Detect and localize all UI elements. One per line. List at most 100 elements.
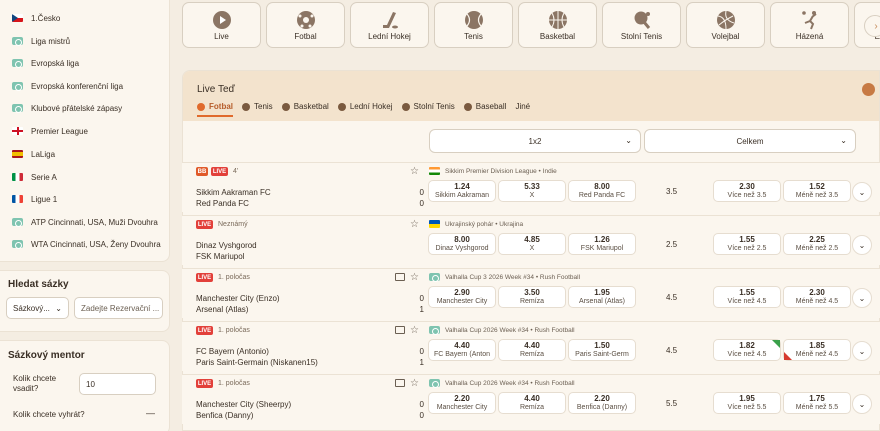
favorite-star-icon[interactable]: ☆ <box>410 219 419 230</box>
odd-label: X <box>529 245 535 252</box>
odd-away[interactable]: 8.00 Red Panda FC <box>568 180 636 202</box>
odd-draw[interactable]: 4.40 Remíza <box>498 392 566 414</box>
league-item-friendlies[interactable]: Klubové přátelské zápasy <box>0 97 170 119</box>
spain-flag-icon <box>12 150 23 158</box>
tab-jine[interactable]: Jiné <box>515 102 530 111</box>
expand-chevron-icon[interactable]: ⌄ <box>852 394 872 414</box>
expand-chevron-icon[interactable]: ⌄ <box>852 288 872 308</box>
odd-home[interactable]: 2.90 Manchester City <box>428 286 496 308</box>
total-line: 2.5 <box>666 240 678 249</box>
match-row[interactable]: LIVE 1. poločas ☆ Valhalla Cup 2026 Week #3… <box>182 321 880 371</box>
reservation-code-input[interactable]: Zadejte Rezervační ... <box>74 297 163 319</box>
odd-value: 1.95 <box>594 288 610 297</box>
league-item-atp-cincinnati[interactable]: ATP Cincinnati, USA, Muži Dvouhra <box>0 211 170 233</box>
match-row[interactable]: BB LIVE 4' ☆ Sikkim Premier Division League … <box>182 162 880 212</box>
tv-icon[interactable] <box>395 326 405 334</box>
league-item-wta-cincinnati[interactable]: WTA Cincinnati, USA, Ženy Dvouhra <box>0 233 170 255</box>
odd-over[interactable]: 1.95 Více než 5.5 <box>713 392 781 414</box>
market-select-1x2[interactable]: 1x2 ⌄ <box>429 129 641 153</box>
sport-label: Lední Hokej <box>368 32 411 41</box>
league-flag-icon <box>429 167 440 175</box>
sport-tenis[interactable]: Tenis <box>434 2 513 48</box>
league-item-champions-league[interactable]: Liga mistrů <box>0 30 170 52</box>
league-item-cesko[interactable]: 1.Česko <box>0 7 170 29</box>
odd-under[interactable]: 1.75 Méně než 5.5 <box>783 392 851 414</box>
tv-icon[interactable] <box>395 273 405 281</box>
tab-basketbal[interactable]: Basketbal <box>281 102 329 111</box>
sport-ledni-hokej[interactable]: Lední Hokej <box>350 2 429 48</box>
odd-away[interactable]: 1.50 Paris Saint-Germ <box>568 339 636 361</box>
tab-tenis[interactable]: Tenis <box>242 102 273 111</box>
league-item-premier-league[interactable]: Premier League <box>0 120 170 142</box>
league-label: Klubové přátelské zápasy <box>31 103 123 113</box>
away-team: Benfica (Danny) <box>196 411 254 420</box>
odd-over[interactable]: 2.30 Více než 3.5 <box>713 180 781 202</box>
tab-ledni-hokej[interactable]: Lední Hokej <box>337 102 393 111</box>
match-row[interactable]: LIVE Neznámý ☆ Ukrajinský pohár • Ukrajina D… <box>182 215 880 265</box>
match-league: Sikkim Premier Division League • Indie <box>445 168 557 175</box>
away-team: Arsenal (Atlas) <box>196 305 249 314</box>
odd-home[interactable]: 2.20 Manchester City <box>428 392 496 414</box>
sport-volejbal[interactable]: Volejbal <box>686 2 765 48</box>
odd-away[interactable]: 1.26 FSK Mariupol <box>568 233 636 255</box>
sports-next-button[interactable]: › <box>864 15 880 37</box>
home-team: Sikkim Aakraman FC <box>196 188 271 197</box>
odd-label: Více než 3.5 <box>727 192 767 199</box>
odd-draw[interactable]: 5.33 X <box>498 180 566 202</box>
expand-chevron-icon[interactable]: ⌄ <box>852 235 872 255</box>
league-item-laliga[interactable]: LaLiga <box>0 143 170 165</box>
odd-under[interactable]: 1.85 Méně než 4.5 <box>783 339 851 361</box>
expand-chevron-icon[interactable]: ⌄ <box>852 182 872 202</box>
tv-icon[interactable] <box>395 379 405 387</box>
odd-label: Red Panda FC <box>578 192 626 199</box>
odd-value: 1.95 <box>739 394 755 403</box>
expand-chevron-icon[interactable]: ⌄ <box>852 341 872 361</box>
odd-over[interactable]: 1.55 Více než 4.5 <box>713 286 781 308</box>
league-item-serie-a[interactable]: Serie A <box>0 166 170 188</box>
basketball-icon <box>281 102 290 111</box>
odd-draw[interactable]: 4.40 Remíza <box>498 339 566 361</box>
odd-away[interactable]: 1.95 Arsenal (Atlas) <box>568 286 636 308</box>
odd-value: 4.40 <box>454 341 470 350</box>
market-select-total[interactable]: Celkem ⌄ <box>644 129 856 153</box>
odd-under[interactable]: 2.25 Méně než 2.5 <box>783 233 851 255</box>
sport-label: Házená <box>795 32 824 41</box>
league-label: LaLiga <box>31 149 56 159</box>
odd-over[interactable]: 1.82 Více než 4.5 <box>713 339 781 361</box>
odd-home[interactable]: 1.24 Sikkim Aakraman <box>428 180 496 202</box>
table-tennis-icon <box>634 11 651 29</box>
favorite-star-icon[interactable]: ☆ <box>410 378 419 389</box>
sport-live[interactable]: Live <box>182 2 261 48</box>
match-row[interactable]: LIVE 1. poločas ☆ Valhalla Cup 3 2026 Week … <box>182 268 880 318</box>
home-score: 0 <box>419 347 424 356</box>
odd-over[interactable]: 1.55 Více než 2.5 <box>713 233 781 255</box>
odd-draw[interactable]: 4.85 X <box>498 233 566 255</box>
odd-home[interactable]: 4.40 FC Bayern (Anton <box>428 339 496 361</box>
favorite-star-icon[interactable]: ☆ <box>410 166 419 177</box>
odd-label: Méně než 3.5 <box>795 192 839 199</box>
tab-baseball[interactable]: Baseball <box>463 102 506 111</box>
odd-draw[interactable]: 3.50 Remíza <box>498 286 566 308</box>
favorite-star-icon[interactable]: ☆ <box>410 325 419 336</box>
bet-type-select[interactable]: Sázkový... ⌄ <box>6 297 69 319</box>
odd-under[interactable]: 1.52 Méně než 3.5 <box>783 180 851 202</box>
league-item-europa-league[interactable]: Evropská liga <box>0 52 170 74</box>
odd-under[interactable]: 2.30 Méně než 4.5 <box>783 286 851 308</box>
away-score: 1 <box>419 305 424 314</box>
tab-stolni-tenis[interactable]: Stolní Tenis <box>401 102 455 111</box>
collapse-icon[interactable]: — <box>146 408 155 418</box>
sport-basketbal[interactable]: Basketbal <box>518 2 597 48</box>
stake-input[interactable]: 10 <box>79 373 156 395</box>
odd-label: Manchester City <box>436 298 488 305</box>
odd-home[interactable]: 8.00 Dinaz Vyshgorod <box>428 233 496 255</box>
tab-fotbal[interactable]: Fotbal <box>197 102 233 117</box>
sport-fotbal[interactable]: Fotbal <box>266 2 345 48</box>
league-item-ligue-1[interactable]: Ligue 1 <box>0 188 170 210</box>
match-row[interactable]: LIVE 1. poločas ☆ Valhalla Cup 2026 Week #3… <box>182 374 880 424</box>
sport-stolni-tenis[interactable]: Stolní Tenis <box>602 2 681 48</box>
sport-hazena[interactable]: Házená <box>770 2 849 48</box>
league-item-conference-league[interactable]: Evropská konferenční liga <box>0 75 170 97</box>
favorite-star-icon[interactable]: ☆ <box>410 272 419 283</box>
international-flag-icon <box>12 82 23 91</box>
odd-away[interactable]: 2.20 Benfica (Danny) <box>568 392 636 414</box>
